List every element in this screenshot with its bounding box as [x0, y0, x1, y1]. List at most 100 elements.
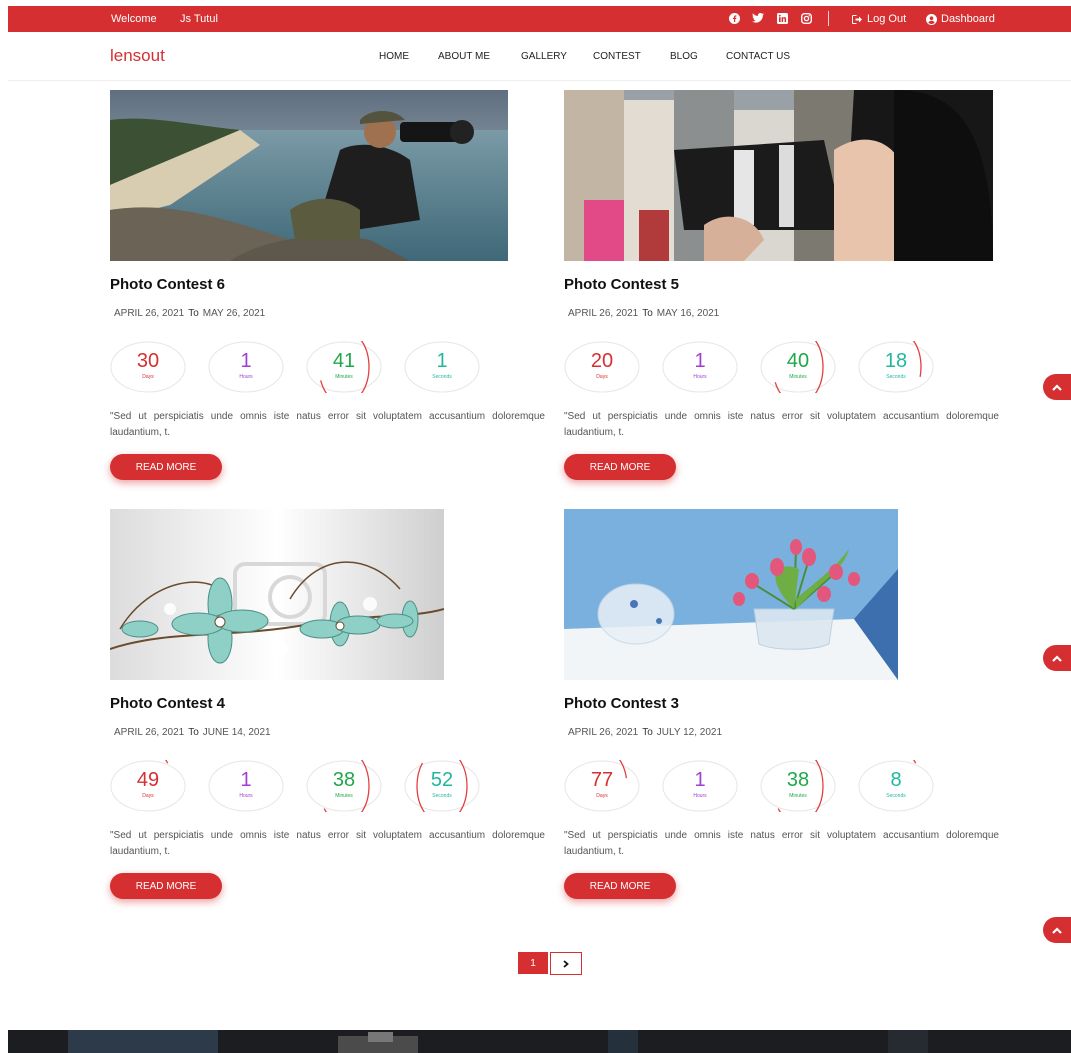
countdown-minutes: 41 Minutes [306, 341, 382, 393]
read-more-button[interactable]: READ MORE [110, 454, 222, 480]
countdown-value: 40 [786, 350, 810, 372]
countdown-unit: Minutes [789, 793, 807, 799]
user-name[interactable]: Js Tutul [180, 13, 218, 25]
countdown-unit: Seconds [886, 374, 906, 380]
countdown-seconds: 18 Seconds [858, 341, 934, 393]
end-date: JULY 12, 2021 [656, 727, 723, 738]
logout-link[interactable]: Log Out [852, 13, 906, 25]
countdown-minutes: 40 Minutes [760, 341, 836, 393]
nav-item-about-me[interactable]: ABOUT ME [438, 51, 521, 62]
date-separator: To [642, 308, 653, 319]
countdown-days: 49 Days [110, 760, 186, 812]
facebook-icon[interactable] [728, 12, 740, 24]
chevron-up-icon [1052, 654, 1062, 662]
topbar-divider [828, 11, 829, 26]
countdown-hours: 1 Hours [662, 341, 738, 393]
dashboard-label: Dashboard [941, 13, 995, 25]
contest-dates: APRIL 26, 2021 To MAY 26, 2021 [114, 308, 265, 319]
contest-description: "Sed ut perspiciatis unde omnis iste nat… [110, 411, 545, 438]
scroll-top-button[interactable] [1043, 645, 1071, 671]
countdown-seconds: 1 Seconds [404, 341, 480, 393]
countdown-unit: Days [596, 793, 608, 799]
countdown-days: 20 Days [564, 341, 640, 393]
countdown-unit: Seconds [886, 793, 906, 799]
end-date: MAY 16, 2021 [656, 308, 720, 319]
contest-dates: APRIL 26, 2021 To JUNE 14, 2021 [114, 727, 271, 738]
chevron-up-icon [1052, 383, 1062, 391]
end-date: JUNE 14, 2021 [202, 727, 271, 738]
contest-image-tulips-vase[interactable] [564, 509, 898, 680]
nav-item-contest[interactable]: CONTEST [593, 51, 670, 62]
read-more-button[interactable]: READ MORE [110, 873, 222, 899]
read-more-button[interactable]: READ MORE [564, 873, 676, 899]
twitter-icon[interactable] [752, 12, 764, 24]
countdown-value: 38 [332, 769, 356, 791]
page-1-button[interactable]: 1 [518, 952, 548, 974]
end-date: MAY 26, 2021 [202, 308, 266, 319]
top-bar: Welcome Js Tutul Log Out Dashboard [8, 6, 1071, 32]
welcome-text: Welcome [111, 13, 157, 25]
nav-item-home[interactable]: HOME [379, 51, 438, 62]
next-page-button[interactable] [550, 952, 582, 975]
countdown-value: 20 [590, 350, 614, 372]
countdown-seconds: 52 Seconds [404, 760, 480, 812]
countdown-unit: Minutes [335, 793, 353, 799]
countdown-unit: Hours [239, 374, 253, 380]
scroll-top-button[interactable] [1043, 917, 1071, 943]
countdown-unit: Days [142, 793, 154, 799]
countdown-value: 1 [436, 350, 448, 372]
main-nav: lensout HOME ABOUT ME GALLERY CONTEST BL… [8, 32, 1071, 81]
countdown-unit: Days [596, 374, 608, 380]
footer-banner [8, 1030, 1071, 1053]
date-separator: To [642, 727, 653, 738]
countdown-value: 1 [240, 769, 252, 791]
contest-title[interactable]: Photo Contest 5 [564, 276, 679, 293]
countdown-value: 49 [136, 769, 160, 791]
logout-label: Log Out [867, 13, 907, 25]
start-date: APRIL 26, 2021 [114, 727, 185, 738]
linkedin-icon[interactable] [776, 12, 788, 24]
countdown-unit: Seconds [432, 374, 452, 380]
contest-image-floral-camera[interactable] [110, 509, 444, 680]
nav-menu: HOME ABOUT ME GALLERY CONTEST BLOG CONTA… [379, 51, 790, 62]
contest-title[interactable]: Photo Contest 6 [110, 276, 225, 293]
dashboard-link[interactable]: Dashboard [926, 13, 995, 25]
scroll-top-button[interactable] [1043, 374, 1071, 400]
countdown-value: 30 [136, 350, 160, 372]
contest-description: "Sed ut perspiciatis unde omnis iste nat… [564, 411, 999, 438]
social-links [728, 12, 812, 24]
read-more-button[interactable]: READ MORE [564, 454, 676, 480]
contest-dates: APRIL 26, 2021 To MAY 16, 2021 [568, 308, 719, 319]
chevron-up-icon [1052, 926, 1062, 934]
date-separator: To [188, 727, 199, 738]
countdown-value: 8 [890, 769, 902, 791]
contest-dates: APRIL 26, 2021 To JULY 12, 2021 [568, 727, 722, 738]
chevron-right-icon [563, 959, 569, 968]
pagination: 1 [518, 952, 582, 975]
nav-item-blog[interactable]: BLOG [670, 51, 726, 62]
page: Welcome Js Tutul Log Out Dashboard lenso… [8, 6, 1071, 1053]
countdown-unit: Seconds [432, 793, 452, 799]
countdown-hours: 1 Hours [208, 341, 284, 393]
start-date: APRIL 26, 2021 [114, 308, 185, 319]
countdown-minutes: 38 Minutes [760, 760, 836, 812]
contest-image-telephoto-lens[interactable] [564, 90, 993, 261]
countdown-hours: 1 Hours [662, 760, 738, 812]
nav-item-gallery[interactable]: GALLERY [521, 51, 593, 62]
countdown-minutes: 38 Minutes [306, 760, 382, 812]
countdown-unit: Hours [693, 793, 707, 799]
start-date: APRIL 26, 2021 [568, 308, 639, 319]
sign-out-icon [852, 14, 862, 24]
countdown-seconds: 8 Seconds [858, 760, 934, 812]
countdown-unit: Minutes [789, 374, 807, 380]
date-separator: To [188, 308, 199, 319]
contest-title[interactable]: Photo Contest 3 [564, 695, 679, 712]
nav-item-contact-us[interactable]: CONTACT US [726, 51, 790, 62]
countdown-unit: Days [142, 374, 154, 380]
contest-title[interactable]: Photo Contest 4 [110, 695, 225, 712]
countdown-value: 1 [694, 350, 706, 372]
countdown-value: 41 [332, 350, 356, 372]
site-logo[interactable]: lensout [110, 46, 165, 66]
instagram-icon[interactable] [800, 12, 812, 24]
contest-image-photographer-on-rocks[interactable] [110, 90, 508, 261]
